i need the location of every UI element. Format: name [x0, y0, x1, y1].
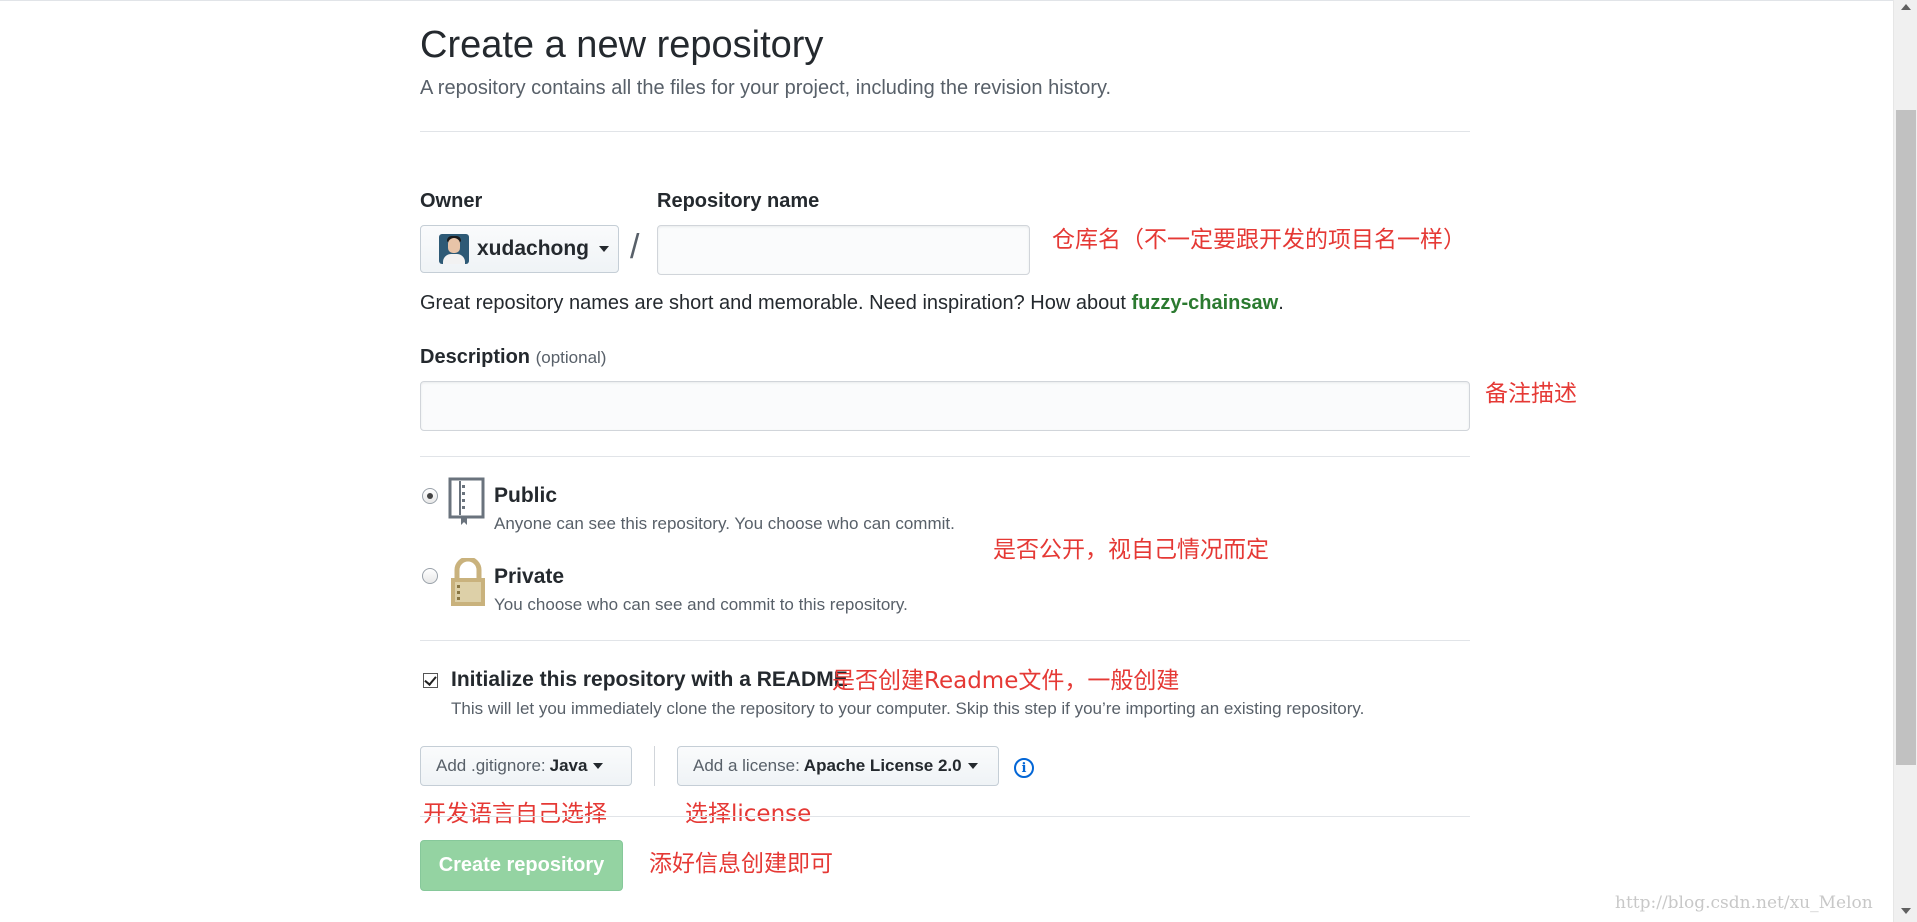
readme-checkbox[interactable]	[423, 673, 438, 688]
watermark: http://blog.csdn.net/xu_Melon	[1615, 893, 1873, 913]
annotation-description: 备注描述	[1485, 381, 1577, 407]
repo-name-label: Repository name	[657, 190, 820, 212]
scroll-up-icon[interactable]	[1901, 4, 1911, 10]
description-optional: (optional)	[535, 348, 607, 367]
public-radio[interactable]	[422, 488, 438, 504]
chevron-down-icon	[967, 763, 978, 769]
license-value: Apache License 2.0	[803, 756, 962, 775]
annotation-readme: 是否创建Readme文件，一般创建	[832, 668, 1180, 694]
description-divider	[420, 456, 1470, 457]
slash-separator: /	[630, 228, 640, 266]
info-icon[interactable]: i	[1014, 758, 1034, 778]
page-subtitle: A repository contains all the files for …	[420, 77, 1112, 99]
chevron-down-icon	[599, 246, 610, 252]
top-border	[0, 0, 1897, 1]
page-title: Create a new repository	[420, 24, 824, 66]
gitignore-value: Java	[549, 756, 588, 775]
create-repository-button[interactable]: Create repository	[420, 840, 623, 891]
name-suggestion-link[interactable]: fuzzy-chainsaw	[1131, 292, 1278, 314]
readme-title: Initialize this repository with a README	[451, 668, 848, 691]
lock-icon	[451, 558, 485, 606]
name-hint: Great repository names are short and mem…	[420, 292, 1284, 315]
public-desc: Anyone can see this repository. You choo…	[494, 514, 955, 533]
scrollbar[interactable]	[1893, 0, 1917, 922]
private-desc: You choose who can see and commit to thi…	[494, 595, 908, 614]
private-radio[interactable]	[422, 568, 438, 584]
license-dropdown[interactable]: Add a license: Apache License 2.0	[677, 746, 999, 786]
annotation-license: 选择license	[685, 801, 812, 827]
description-label-text: Description	[420, 346, 531, 368]
chevron-down-icon	[593, 763, 604, 769]
license-prefix: Add a license:	[693, 756, 800, 775]
scroll-thumb[interactable]	[1896, 110, 1916, 765]
name-hint-prefix: Great repository names are short and mem…	[420, 292, 1132, 314]
annotation-visibility: 是否公开，视自己情况而定	[993, 537, 1269, 563]
private-title: Private	[494, 565, 565, 588]
gitignore-prefix: Add .gitignore:	[436, 756, 546, 775]
actions-divider	[420, 816, 1470, 817]
name-hint-suffix: .	[1278, 292, 1284, 314]
description-label: Description (optional)	[420, 346, 606, 369]
annotation-repo-name: 仓库名（不一定要跟开发的项目名一样）	[1052, 227, 1466, 253]
owner-dropdown[interactable]: xudachong	[420, 225, 619, 273]
book-icon	[448, 477, 485, 525]
owner-name: xudachong	[477, 237, 590, 260]
description-input[interactable]	[420, 381, 1470, 431]
visibility-divider	[420, 640, 1470, 641]
avatar	[439, 234, 469, 264]
header-divider	[420, 131, 1470, 132]
gitignore-dropdown[interactable]: Add .gitignore: Java	[420, 746, 632, 786]
public-title: Public	[494, 484, 558, 507]
annotation-create: 添好信息创建即可	[649, 851, 833, 877]
readme-desc: This will let you immediately clone the …	[451, 699, 1365, 718]
select-separator	[654, 746, 655, 786]
annotation-gitignore: 开发语言自己选择	[423, 801, 607, 827]
owner-label: Owner	[420, 190, 483, 212]
scroll-down-icon[interactable]	[1901, 908, 1911, 914]
repo-name-input[interactable]	[657, 225, 1030, 275]
